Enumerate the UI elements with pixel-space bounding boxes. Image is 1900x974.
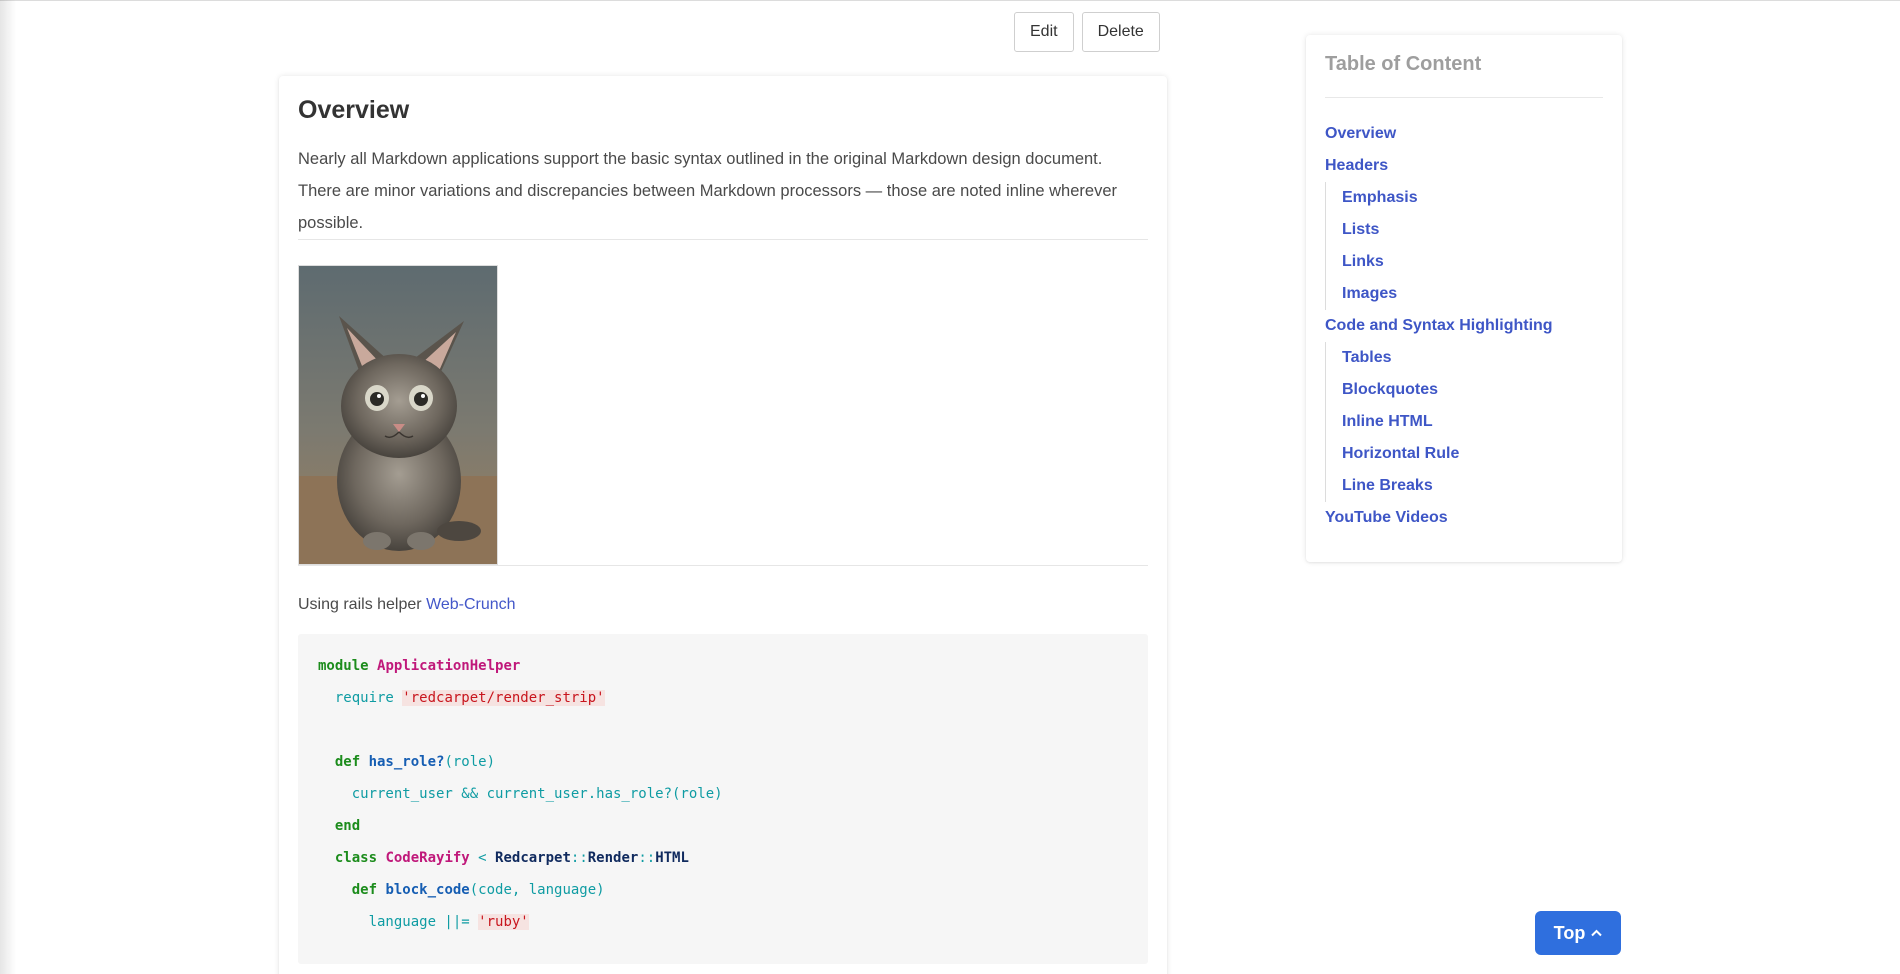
toc-link-images[interactable]: Images: [1342, 278, 1603, 310]
toc-link-headers[interactable]: Headers: [1325, 150, 1603, 182]
divider: [298, 239, 1148, 240]
code-line: current_user && current_user.has_role?(r…: [318, 786, 723, 802]
toc-link-tables[interactable]: Tables: [1342, 342, 1603, 374]
chevron-up-icon: [1591, 929, 1603, 937]
delete-button[interactable]: Delete: [1081, 12, 1160, 52]
toc-link-line-breaks[interactable]: Line Breaks: [1342, 470, 1603, 502]
divider: [298, 565, 1148, 566]
code-line: require 'redcarpet/render_strip': [318, 690, 605, 706]
toc-sublist: Tables Blockquotes Inline HTML Horizonta…: [1325, 342, 1603, 502]
kitten-image: [298, 265, 498, 565]
top-button-label: Top: [1553, 922, 1586, 943]
toc-link-blockquotes[interactable]: Blockquotes: [1342, 374, 1603, 406]
scroll-top-button[interactable]: Top: [1535, 911, 1621, 955]
article-title: Overview: [298, 96, 410, 124]
article-card: Overview Nearly all Markdown application…: [279, 76, 1167, 974]
edit-button[interactable]: Edit: [1014, 12, 1074, 52]
toc-list: Overview Headers Emphasis Lists Links Im…: [1325, 118, 1603, 534]
toc-link-overview[interactable]: Overview: [1325, 118, 1603, 150]
toc-divider: [1325, 97, 1603, 98]
code-line: language ||= 'ruby': [318, 914, 529, 930]
toc-link-horizontal-rule[interactable]: Horizontal Rule: [1342, 438, 1603, 470]
toc-link-emphasis[interactable]: Emphasis: [1342, 182, 1603, 214]
helper-label: Using rails helper: [298, 596, 427, 613]
code-line: class CodeRayify < Redcarpet::Render::HT…: [318, 850, 689, 866]
web-crunch-link[interactable]: Web-Crunch: [426, 596, 516, 613]
toc-link-code[interactable]: Code and Syntax Highlighting: [1325, 310, 1603, 342]
table-of-content: Table of Content Overview Headers Emphas…: [1306, 35, 1622, 562]
post-actions: Edit Delete: [1014, 12, 1160, 52]
code-line: module ApplicationHelper: [318, 658, 521, 674]
toc-title: Table of Content: [1325, 53, 1482, 75]
code-line: end: [318, 818, 361, 834]
helper-text: Using rails helper Web-Crunch: [298, 596, 1148, 614]
toc-link-youtube[interactable]: YouTube Videos: [1325, 502, 1603, 534]
code-block: module ApplicationHelper require 'redcar…: [298, 634, 1148, 964]
code-line: def block_code(code, language): [318, 882, 605, 898]
left-shadow: [0, 0, 16, 974]
toc-link-links[interactable]: Links: [1342, 246, 1603, 278]
toc-sublist: Emphasis Lists Links Images: [1325, 182, 1603, 310]
code-line: def has_role?(role): [318, 754, 496, 770]
article-intro: Nearly all Markdown applications support…: [298, 150, 1117, 232]
top-border: [0, 0, 1900, 1]
toc-link-inline-html[interactable]: Inline HTML: [1342, 406, 1603, 438]
toc-link-lists[interactable]: Lists: [1342, 214, 1603, 246]
